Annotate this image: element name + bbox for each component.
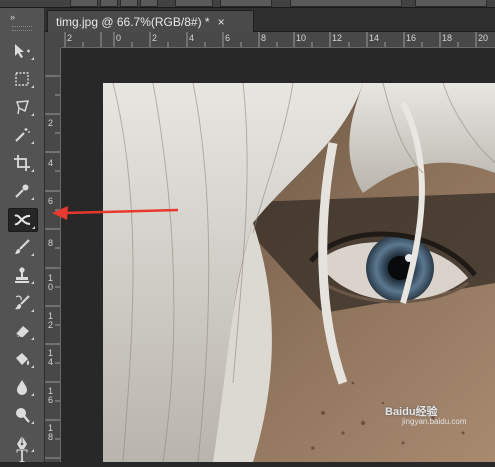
ruler-label: 20 <box>478 33 489 43</box>
ruler-label: 10 <box>296 33 307 43</box>
horizontal-ruler[interactable]: 2 0 2 4 6 8 10 12 14 16 18 20 <box>61 32 495 48</box>
ruler-label: 1 2 <box>48 311 54 330</box>
ruler-origin[interactable] <box>45 32 62 49</box>
ruler-label: 4 <box>189 33 195 43</box>
ruler-label: 14 <box>369 33 380 43</box>
ruler-label: 1 4 <box>48 348 54 367</box>
ruler-label: 1 8 <box>48 423 54 442</box>
ruler-label: 8 <box>261 33 267 43</box>
rectangular-marquee-icon[interactable] <box>8 68 36 90</box>
tools-panel: » T <box>0 8 45 465</box>
clone-stamp-icon[interactable] <box>8 264 36 286</box>
document-tab-bar: timg.jpg @ 66.7%(RGB/8#) * × <box>45 8 495 32</box>
document-canvas[interactable] <box>61 48 495 462</box>
vertical-ruler[interactable]: 2 4 6 8 1 0 1 2 1 4 1 6 1 8 <box>45 48 61 462</box>
ruler-label: 16 <box>406 33 417 43</box>
eyedropper-icon[interactable] <box>8 180 36 202</box>
ruler-label: 1 6 <box>48 386 54 405</box>
panel-grip[interactable] <box>12 26 32 31</box>
ruler-label: 1 0 <box>48 273 54 292</box>
paint-bucket-icon[interactable] <box>8 348 36 370</box>
ruler-label: 2 <box>152 33 158 43</box>
lasso-icon[interactable] <box>8 96 36 118</box>
crop-icon[interactable] <box>8 152 36 174</box>
options-bar-edge <box>0 0 495 8</box>
move-tool-icon[interactable] <box>8 40 36 62</box>
ruler-label: 0 <box>116 33 122 43</box>
dodge-icon[interactable] <box>8 404 36 426</box>
spot-healing-brush-icon[interactable] <box>8 208 38 232</box>
ruler-label: 2 <box>48 118 54 128</box>
ruler-label: 2 <box>67 33 73 43</box>
brush-icon[interactable] <box>8 236 36 258</box>
collapse-panel-icon[interactable]: » <box>10 12 15 22</box>
type-icon[interactable]: T <box>8 448 36 466</box>
annotation-arrow <box>52 206 179 220</box>
close-icon[interactable]: × <box>218 15 225 29</box>
blur-icon[interactable] <box>8 376 36 398</box>
document-tab-title: timg.jpg @ 66.7%(RGB/8#) * <box>56 14 210 29</box>
watermark-site: jingyan.baidu.com <box>402 417 467 426</box>
document-tab[interactable]: timg.jpg @ 66.7%(RGB/8#) * × <box>47 10 254 32</box>
ruler-label: 6 <box>225 33 231 43</box>
ruler-label: 4 <box>48 158 54 168</box>
ruler-label: 12 <box>332 33 343 43</box>
ruler-label: 18 <box>442 33 453 43</box>
ruler-label: 8 <box>48 238 54 248</box>
magic-wand-icon[interactable] <box>8 124 36 146</box>
history-brush-icon[interactable] <box>8 292 36 314</box>
eraser-icon[interactable] <box>8 320 36 342</box>
